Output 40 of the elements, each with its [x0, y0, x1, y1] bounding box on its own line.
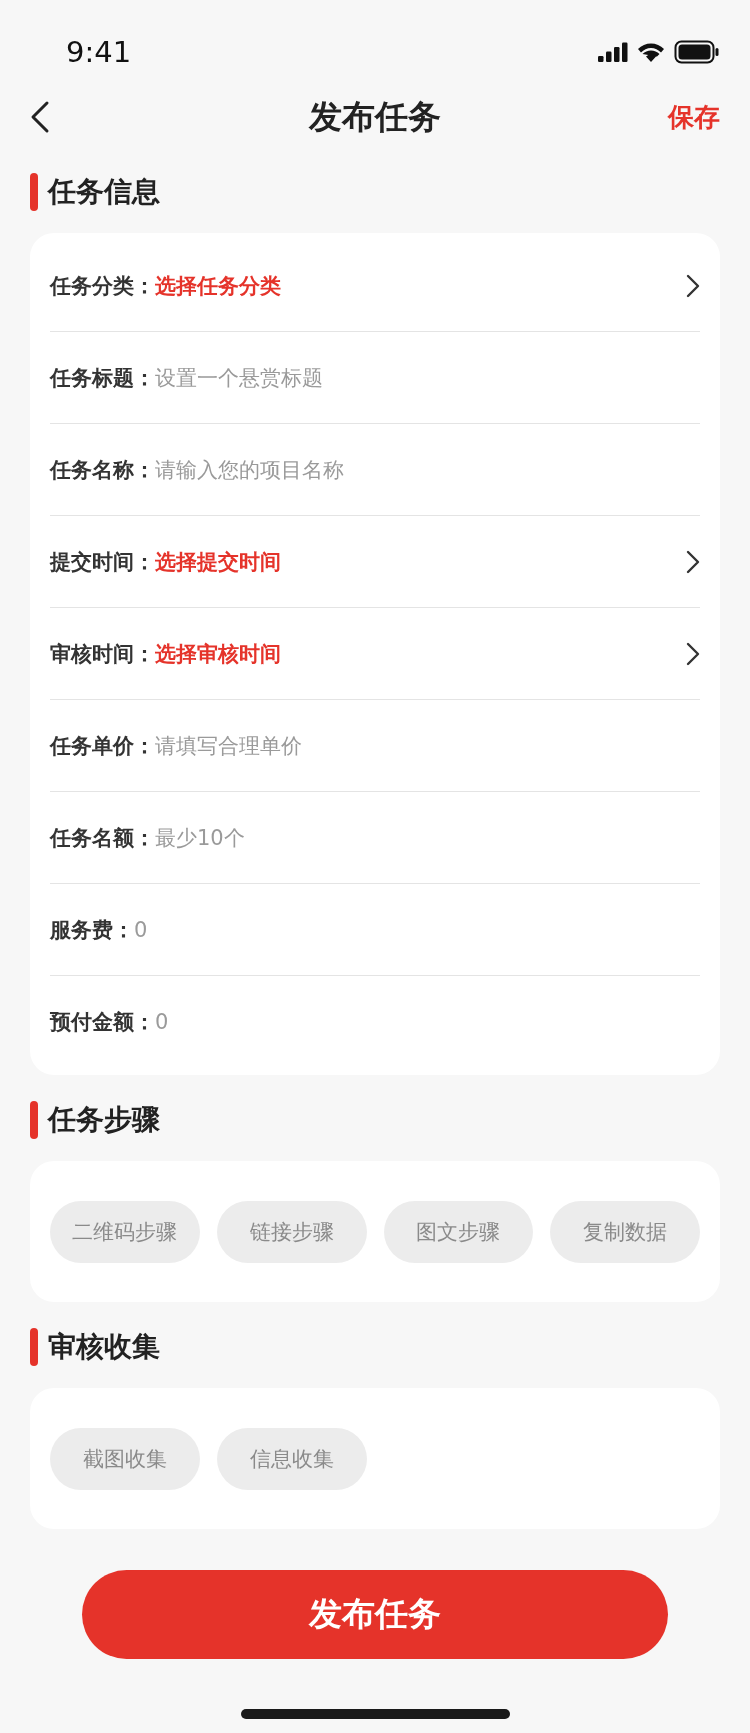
chevron-right-icon: [686, 273, 700, 298]
field-label: 任务名额：: [50, 824, 155, 852]
save-button[interactable]: 保存: [668, 99, 720, 135]
chevron-right-icon: [686, 549, 700, 574]
input-field[interactable]: 设置一个悬赏标题: [155, 357, 700, 398]
select-field[interactable]: 选择任务分类: [155, 260, 700, 311]
field-label: 审核时间：: [50, 640, 155, 668]
chevron-right-icon: [686, 641, 700, 666]
select-field[interactable]: 选择审核时间: [155, 628, 700, 679]
option-chip[interactable]: 复制数据: [550, 1201, 700, 1263]
option-chip[interactable]: 信息收集: [217, 1428, 367, 1490]
status-time: 9:41: [66, 35, 132, 69]
field-label: 任务分类：: [50, 272, 155, 300]
input-field[interactable]: 最少10个: [155, 817, 700, 858]
field-label: 任务名称：: [50, 456, 155, 484]
option-chip[interactable]: 链接步骤: [216, 1201, 367, 1263]
battery-icon: [674, 40, 720, 64]
option-chip[interactable]: 图文步骤: [383, 1201, 534, 1263]
publish-button[interactable]: 发布任务: [82, 1570, 668, 1659]
input-field[interactable]: 请输入您的项目名称: [155, 449, 700, 490]
section-marker: [30, 1101, 38, 1139]
field-value: 0: [155, 1010, 169, 1034]
section-title: 任务信息: [48, 174, 160, 210]
input-field[interactable]: 请填写合理单价: [155, 725, 700, 766]
section-title: 任务步骤: [48, 1102, 160, 1138]
section-title: 审核收集: [48, 1329, 160, 1365]
select-field[interactable]: 选择提交时间: [155, 536, 700, 587]
field-label: 任务标题：: [50, 364, 155, 392]
field-label: 提交时间：: [50, 548, 155, 576]
option-chip[interactable]: 截图收集: [50, 1428, 200, 1490]
page-title: 发布任务: [309, 95, 441, 138]
section-marker: [30, 1328, 38, 1366]
wifi-icon: [636, 41, 666, 63]
signal-icon: [598, 42, 628, 62]
field-label: 任务单价：: [50, 732, 155, 760]
field-value: 0: [134, 917, 148, 942]
field-label: 服务费：: [50, 916, 134, 944]
option-chip[interactable]: 二维码步骤: [50, 1201, 200, 1263]
section-marker: [30, 173, 38, 211]
field-label: 预付金额：: [50, 1009, 155, 1036]
